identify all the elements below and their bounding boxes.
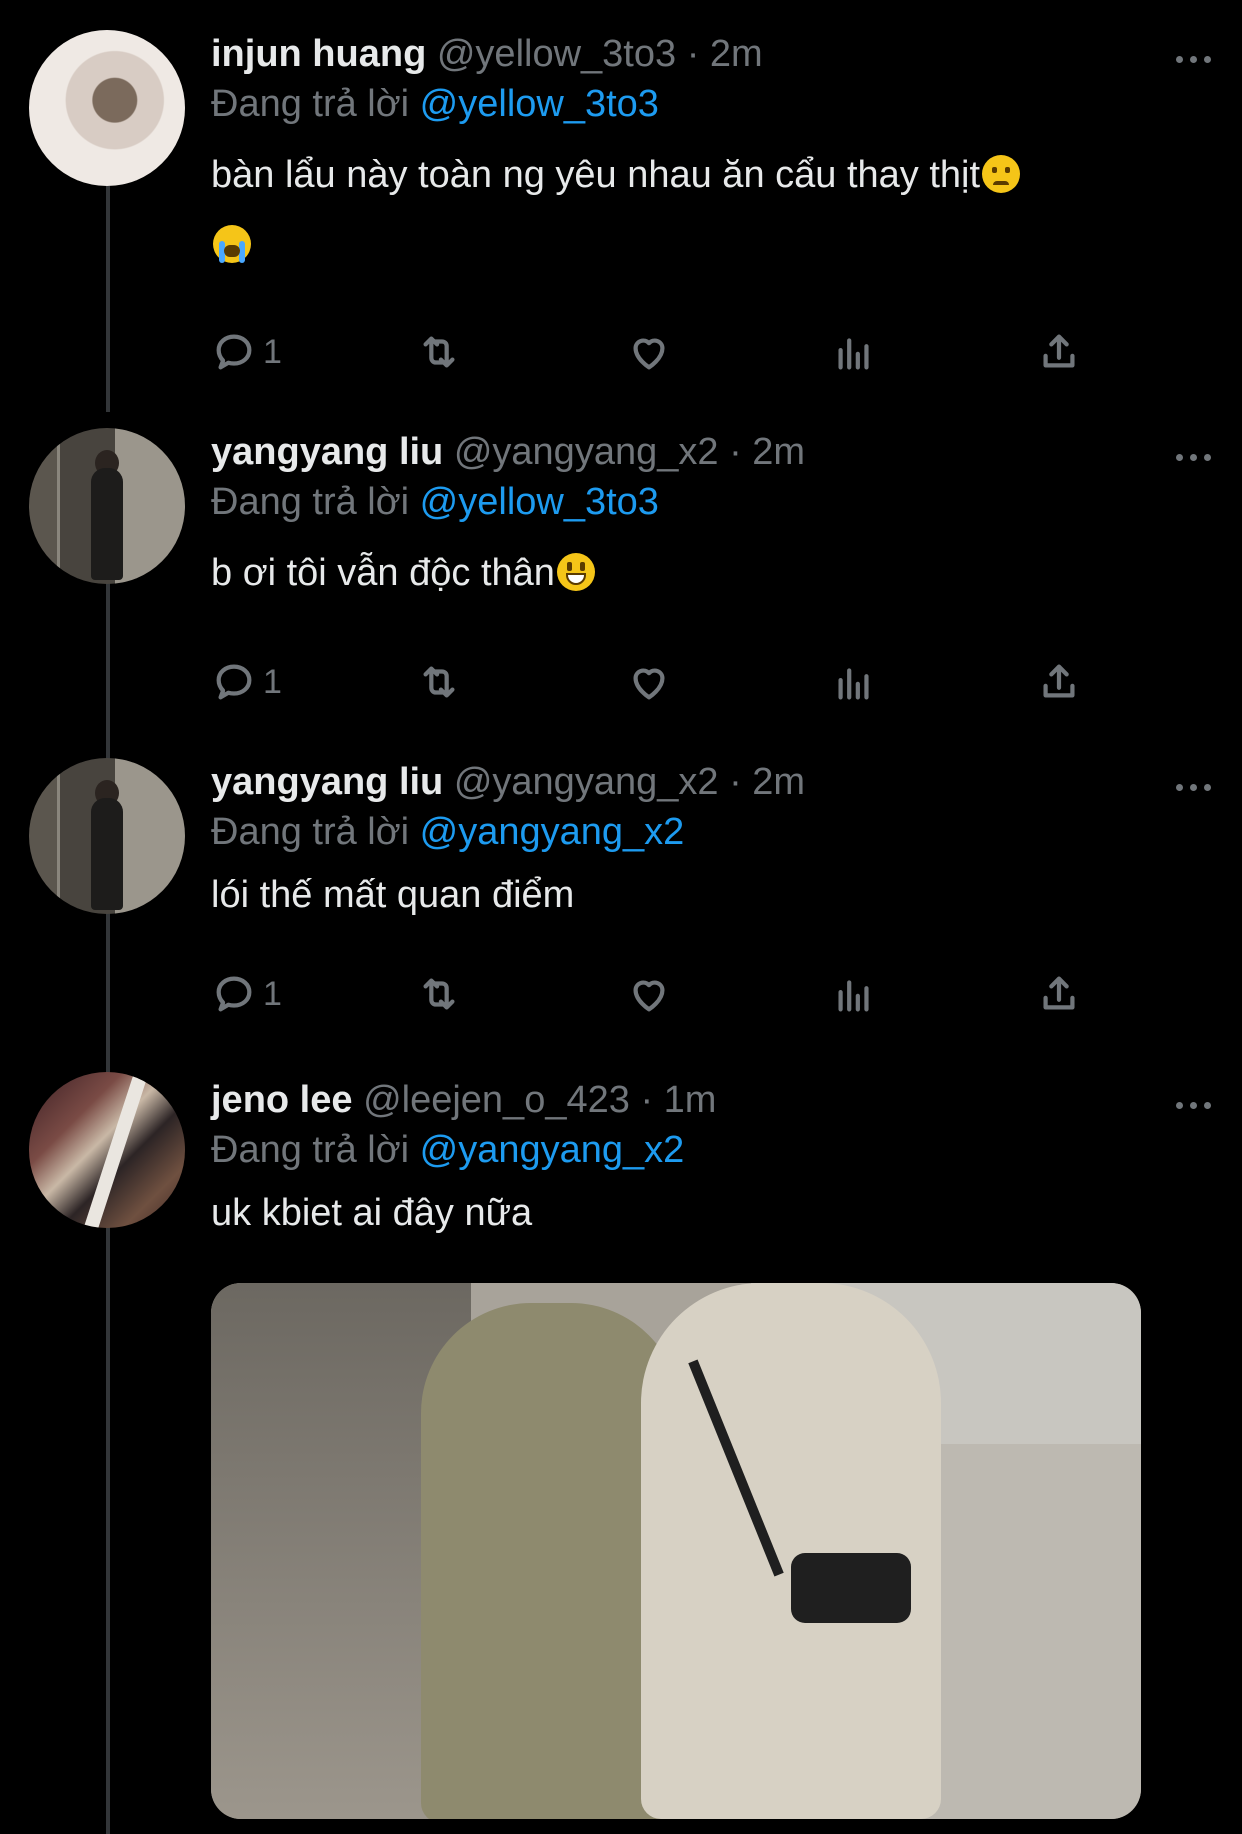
tweet-text-body: b ơi tôi vẫn độc thân (211, 552, 555, 594)
reply-icon (216, 664, 252, 700)
user-handle[interactable]: @leejen_o_423 (363, 1079, 630, 1121)
loudly-crying-face-emoji-icon (213, 225, 251, 263)
views-icon (838, 668, 869, 700)
views-button[interactable] (831, 654, 877, 710)
display-name[interactable]: yangyang liu (211, 761, 443, 803)
heart-icon (633, 980, 665, 1012)
retweet-icon (423, 666, 455, 698)
views-icon (838, 338, 869, 370)
tweet-text-body: bàn lẩu này toàn ng yêu nhau ăn cẩu thay… (211, 154, 981, 196)
retweet-icon (423, 978, 455, 1010)
user-handle[interactable]: @yangyang_x2 (454, 431, 719, 473)
avatar[interactable] (29, 30, 185, 186)
photo-person-right (641, 1283, 941, 1819)
replying-to: Đang trả lời @yangyang_x2 (211, 1126, 1222, 1174)
reply-count: 1 (263, 974, 282, 1013)
views-button[interactable] (831, 966, 877, 1022)
heart-icon (633, 668, 665, 700)
share-button[interactable] (1036, 654, 1082, 710)
like-button[interactable] (626, 324, 672, 380)
tweet-actions: 1 (211, 654, 1091, 710)
share-icon (1043, 334, 1075, 368)
avatar[interactable] (29, 428, 185, 584)
reply-count: 1 (263, 332, 282, 371)
replying-to-label: Đang trả lời (211, 83, 410, 125)
tweet-text: lói thế mất quan điểm (211, 860, 1222, 930)
retweet-icon (423, 336, 455, 368)
share-icon (1043, 976, 1075, 1010)
reply-count: 1 (263, 662, 282, 701)
tweet-header: yangyang liu @yangyang_x2 · 2m (211, 426, 1222, 478)
disappointed-face-emoji-icon (982, 155, 1021, 193)
separator-dot: · (729, 761, 742, 803)
tweet-text-body: uk kbiet ai đây nữa (211, 1192, 533, 1234)
more-icon[interactable] (1176, 766, 1216, 806)
display-name[interactable]: yangyang liu (211, 431, 443, 473)
tweet[interactable]: yangyang liu @yangyang_x2 · 2m Đang trả … (0, 742, 1242, 1072)
tweet[interactable]: yangyang liu @yangyang_x2 · 2m Đang trả … (0, 412, 1242, 742)
reply-button[interactable]: 1 (211, 324, 282, 380)
timestamp[interactable]: 2m (710, 33, 763, 75)
heart-icon (633, 338, 665, 370)
retweet-button[interactable] (416, 324, 462, 380)
mention-link[interactable]: @yellow_3to3 (420, 83, 659, 125)
more-icon[interactable] (1176, 38, 1216, 78)
tweet-actions: 1 (211, 966, 1091, 1022)
user-handle[interactable]: @yangyang_x2 (454, 761, 719, 803)
like-button[interactable] (626, 966, 672, 1022)
share-button[interactable] (1036, 324, 1082, 380)
share-icon (1043, 664, 1075, 698)
mention-link[interactable]: @yellow_3to3 (420, 481, 659, 523)
views-icon (838, 980, 869, 1012)
separator-dot: · (686, 33, 700, 75)
reply-button[interactable]: 1 (211, 966, 282, 1022)
more-icon[interactable] (1176, 436, 1216, 476)
tweet-text-body: lói thế mất quan điểm (211, 874, 575, 916)
like-button[interactable] (626, 654, 672, 710)
views-button[interactable] (831, 324, 877, 380)
mention-link[interactable]: @yangyang_x2 (420, 811, 685, 853)
tweet-header: jeno lee @leejen_o_423 · 1m (211, 1074, 1222, 1126)
timestamp[interactable]: 2m (752, 431, 805, 473)
separator-dot: · (640, 1079, 654, 1121)
tweet-text: bàn lẩu này toàn ng yêu nhau ăn cẩu thay… (211, 140, 1222, 280)
replying-to: Đang trả lời @yangyang_x2 (211, 808, 1222, 856)
tweet-header: injun huang @yellow_3to3 · 2m (211, 28, 1222, 80)
replying-to: Đang trả lời @yellow_3to3 (211, 478, 1222, 526)
tweet[interactable]: injun huang @yellow_3to3 · 2m Đang trả l… (0, 0, 1242, 412)
retweet-button[interactable] (416, 654, 462, 710)
tweet-text: uk kbiet ai đây nữa (211, 1178, 1222, 1248)
replying-to-label: Đang trả lời (211, 1129, 410, 1171)
tweet-actions: 1 (211, 324, 1091, 380)
tweet-text: b ơi tôi vẫn độc thân (211, 538, 1222, 608)
display-name[interactable]: injun huang (211, 33, 426, 75)
share-button[interactable] (1036, 966, 1082, 1022)
retweet-button[interactable] (416, 966, 462, 1022)
avatar[interactable] (29, 1072, 185, 1228)
replying-to: Đang trả lời @yellow_3to3 (211, 80, 1222, 128)
tweet-header: yangyang liu @yangyang_x2 · 2m (211, 756, 1222, 808)
timestamp[interactable]: 1m (664, 1079, 717, 1121)
photo-bag (791, 1553, 911, 1623)
display-name[interactable]: jeno lee (211, 1079, 353, 1121)
reply-button[interactable]: 1 (211, 654, 282, 710)
more-icon[interactable] (1176, 1084, 1216, 1124)
reply-icon (216, 976, 252, 1012)
separator-dot: · (729, 431, 742, 473)
replying-to-label: Đang trả lời (211, 481, 410, 523)
mention-link[interactable]: @yangyang_x2 (420, 1129, 685, 1171)
tweet-media-photo[interactable] (211, 1283, 1141, 1819)
reply-icon (216, 334, 252, 370)
timestamp[interactable]: 2m (752, 761, 805, 803)
avatar[interactable] (29, 758, 185, 914)
replying-to-label: Đang trả lời (211, 811, 410, 853)
grinning-face-emoji-icon (556, 553, 595, 591)
user-handle[interactable]: @yellow_3to3 (437, 33, 676, 75)
